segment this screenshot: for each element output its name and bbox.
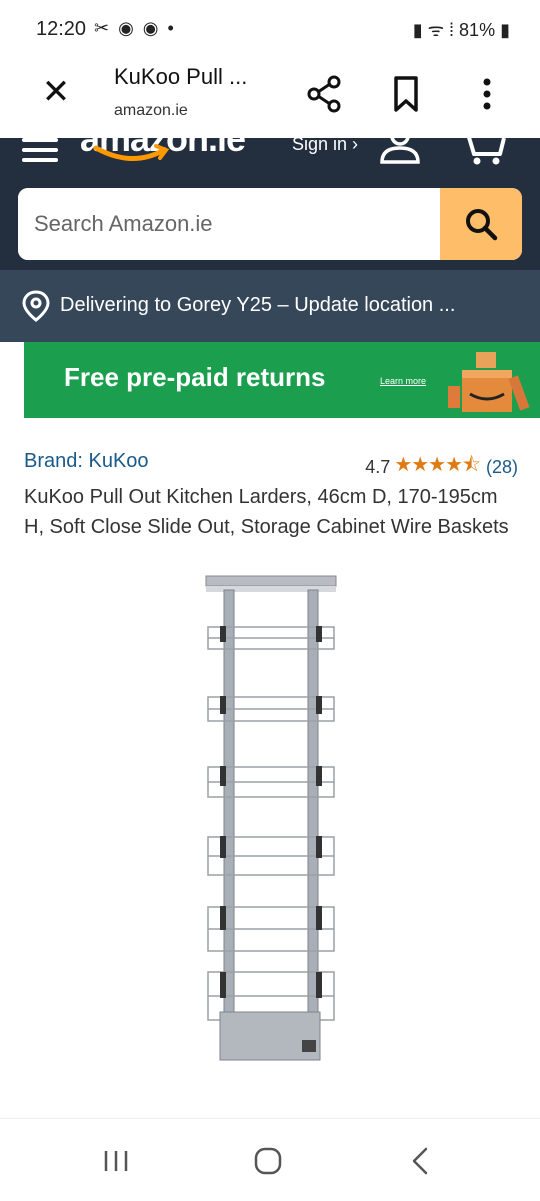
search-button[interactable] [440, 188, 522, 260]
status-bar: 12:20 ✂ ◉ ◉ • ▮ ᯤ ⁞ 81% ▮ [0, 0, 540, 60]
amazon-smile-icon [93, 144, 170, 161]
rating[interactable]: 4.7 ★★★★⯪ (28) [365, 450, 518, 484]
amazon-header: amazon.ie Sign in › [0, 138, 540, 270]
bookmark-icon[interactable] [388, 74, 424, 114]
tab-title: KuKoo Pull ... [114, 64, 248, 89]
product-image[interactable] [196, 572, 346, 1067]
more-vert-icon[interactable] [472, 74, 502, 114]
learn-more-link[interactable]: Learn more [380, 376, 426, 386]
product-title: KuKoo Pull Out Kitchen Larders, 46cm D, … [24, 486, 509, 538]
share-icon[interactable] [304, 74, 344, 114]
home-icon[interactable] [252, 1145, 284, 1177]
custom-tab-toolbar: ✕ KuKoo Pull ... amazon.ie [0, 56, 540, 138]
search-bar [18, 188, 522, 260]
banner-text: Free pre-paid returns [64, 362, 326, 392]
system-nav-bar [0, 1118, 540, 1201]
star-rating-icon: ★★★★⯪ [394, 454, 481, 476]
delivery-text: Delivering to Gorey Y25 – Update locatio… [60, 294, 456, 316]
delivery-location-bar[interactable]: Delivering to Gorey Y25 – Update locatio… [0, 270, 540, 342]
rating-count[interactable]: (28) [486, 457, 518, 478]
returns-banner[interactable]: Free pre-paid returns Learn more [24, 342, 540, 418]
tab-url: amazon.ie [114, 102, 188, 119]
location-pin-icon [22, 290, 50, 322]
hamburger-icon[interactable] [22, 138, 58, 162]
battery-icon: ▮ [500, 20, 510, 40]
brand-link[interactable]: Brand: KuKoo [24, 450, 149, 473]
search-input[interactable] [18, 188, 438, 260]
notification-icons: ✂ ◉ ◉ • [94, 18, 176, 38]
status-time: 12:20 [36, 18, 87, 40]
search-icon [466, 209, 498, 241]
cart-icon[interactable] [458, 138, 508, 166]
signal-icon: ▮ ᯤ ⁞ [412, 20, 460, 40]
account-icon[interactable] [378, 138, 422, 164]
status-right: ▮ ᯤ ⁞ 81% ▮ [413, 18, 510, 42]
close-icon[interactable]: ✕ [38, 74, 74, 110]
package-icon [448, 352, 530, 412]
battery-level: 81% [459, 20, 496, 40]
back-icon[interactable] [404, 1145, 436, 1177]
rating-value: 4.7 [365, 456, 391, 477]
recents-icon[interactable] [100, 1145, 132, 1177]
signin-link[interactable]: Sign in › [292, 138, 358, 155]
